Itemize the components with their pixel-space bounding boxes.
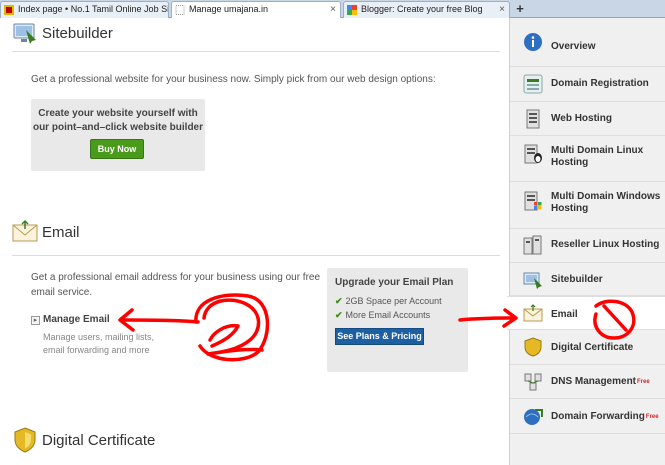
main-content: Sitebuilder Get a professional website f… bbox=[0, 18, 508, 465]
feature-item: ✔ 2GB Space per Account bbox=[335, 296, 442, 307]
manage-email-description: Manage users, mailing lists, email forwa… bbox=[43, 331, 154, 357]
digital-certificate-title: Digital Certificate bbox=[42, 432, 156, 449]
tab-label: Blogger: Create your free Blog bbox=[361, 4, 483, 14]
builder-text-line2: our point–and–click website builder bbox=[32, 122, 204, 133]
sitebuilder-title: Sitebuilder bbox=[42, 25, 113, 42]
sidebar-item-label: Multi Domain Windows Hosting bbox=[551, 191, 661, 214]
info-icon bbox=[524, 33, 542, 51]
email-description-line2: email service. bbox=[31, 287, 93, 298]
upgrade-email-box: Upgrade your Email Plan ✔ 2GB Space per A… bbox=[327, 268, 468, 372]
sidebar-item-label: Multi Domain Linux Hosting bbox=[551, 145, 644, 168]
upgrade-title: Upgrade your Email Plan bbox=[335, 277, 454, 288]
domain-icon bbox=[523, 74, 543, 94]
tab-index-page[interactable]: Index page • No.1 Tamil Online Job Site … bbox=[0, 1, 169, 18]
forward-icon bbox=[524, 409, 543, 425]
site-favicon-icon bbox=[4, 5, 14, 15]
sitebuilder-icon bbox=[523, 272, 542, 289]
sidebar-item-email[interactable]: Email bbox=[507, 296, 665, 330]
sidebar-item-label: Sitebuilder bbox=[551, 274, 603, 285]
sidebar-item-text: Domain Forwarding bbox=[551, 411, 645, 422]
sidebar-item-dns-management[interactable]: DNS ManagementFree bbox=[510, 365, 665, 399]
sidebar-item-reseller-linux-hosting[interactable]: Reseller Linux Hosting bbox=[510, 229, 665, 263]
tab-label: Index page • No.1 Tamil Online Job Site … bbox=[18, 4, 169, 14]
dns-icon bbox=[524, 373, 542, 391]
reseller-server-icon bbox=[523, 235, 542, 255]
sidebar-item-sitebuilder[interactable]: Sitebuilder bbox=[510, 263, 665, 296]
close-tab-icon[interactable]: × bbox=[330, 2, 336, 17]
sidebar-item-overview[interactable]: Overview bbox=[510, 18, 665, 67]
sidebar-item-label: Web Hosting bbox=[551, 113, 612, 124]
envelope-icon bbox=[12, 219, 38, 242]
sidebar-item-domain-registration[interactable]: Domain Registration bbox=[510, 67, 665, 102]
expand-arrow-icon[interactable]: ▸ bbox=[31, 316, 40, 325]
new-tab-button[interactable]: + bbox=[512, 1, 528, 17]
website-builder-box: Create your website yourself with our po… bbox=[31, 99, 205, 171]
sidebar-item-label: Domain ForwardingFree bbox=[551, 411, 663, 423]
buy-now-button[interactable]: Buy Now bbox=[90, 139, 144, 159]
email-title: Email bbox=[42, 224, 80, 241]
shield-icon bbox=[524, 337, 542, 357]
sidebar-item-label: Overview bbox=[551, 41, 596, 52]
sidebar-item-multi-domain-linux-hosting[interactable]: Multi Domain Linux Hosting bbox=[510, 136, 665, 182]
sidebar-item-domain-forwarding[interactable]: Domain ForwardingFree bbox=[510, 399, 665, 434]
feature-item: ✔ More Email Accounts bbox=[335, 310, 430, 321]
browser-tab-bar: Index page • No.1 Tamil Online Job Site … bbox=[0, 0, 665, 18]
checkmark-icon: ✔ bbox=[335, 310, 343, 320]
free-badge: Free bbox=[645, 414, 659, 420]
builder-text-line1: Create your website yourself with bbox=[38, 108, 198, 119]
server-icon bbox=[526, 109, 540, 129]
feature-label: More Email Accounts bbox=[345, 310, 431, 320]
checkmark-icon: ✔ bbox=[335, 296, 343, 306]
tab-label: Manage umajana.in bbox=[189, 4, 269, 14]
email-description: Get a professional email address for you… bbox=[31, 270, 326, 300]
sidebar: Overview Domain Registration Web Hosting… bbox=[507, 18, 665, 465]
divider bbox=[12, 255, 500, 256]
sidebar-item-web-hosting[interactable]: Web Hosting bbox=[510, 102, 665, 136]
free-badge: Free bbox=[637, 379, 650, 385]
manage-email-link[interactable]: Manage Email bbox=[43, 314, 110, 325]
close-tab-icon[interactable]: × bbox=[499, 2, 505, 17]
google-favicon-icon bbox=[347, 5, 357, 15]
sidebar-item-digital-certificate[interactable]: Digital Certificate bbox=[510, 330, 665, 365]
shield-icon bbox=[14, 427, 36, 453]
blank-page-icon bbox=[175, 5, 185, 15]
feature-label: 2GB Space per Account bbox=[345, 296, 442, 306]
tab-manage-umajana[interactable]: Manage umajana.in × bbox=[171, 1, 341, 18]
manage-email-desc-line1: Manage users, mailing lists, bbox=[43, 332, 155, 342]
sidebar-item-label: Reseller Linux Hosting bbox=[551, 239, 660, 250]
sidebar-item-label: Digital Certificate bbox=[551, 342, 634, 353]
email-description-line1: Get a professional email address for you… bbox=[31, 272, 321, 283]
builder-text: Create your website yourself with our po… bbox=[31, 107, 205, 135]
divider bbox=[12, 51, 500, 52]
sitebuilder-icon bbox=[13, 23, 36, 44]
sidebar-item-label: DNS ManagementFree bbox=[551, 376, 663, 388]
envelope-icon bbox=[523, 304, 543, 322]
manage-email-desc-line2: email forwarding and more bbox=[43, 345, 150, 355]
sitebuilder-description: Get a professional website for your busi… bbox=[31, 74, 436, 85]
sidebar-item-label: Domain Registration bbox=[551, 78, 649, 89]
see-plans-button[interactable]: See Plans & Pricing bbox=[335, 328, 424, 345]
sidebar-item-text: DNS Management bbox=[551, 376, 637, 387]
linux-server-icon bbox=[524, 144, 542, 164]
sidebar-item-multi-domain-windows-hosting[interactable]: Multi Domain Windows Hosting bbox=[510, 182, 665, 229]
windows-server-icon bbox=[524, 191, 542, 211]
tab-blogger[interactable]: Blogger: Create your free Blog × bbox=[343, 1, 510, 18]
sidebar-item-label: Email bbox=[551, 309, 578, 320]
